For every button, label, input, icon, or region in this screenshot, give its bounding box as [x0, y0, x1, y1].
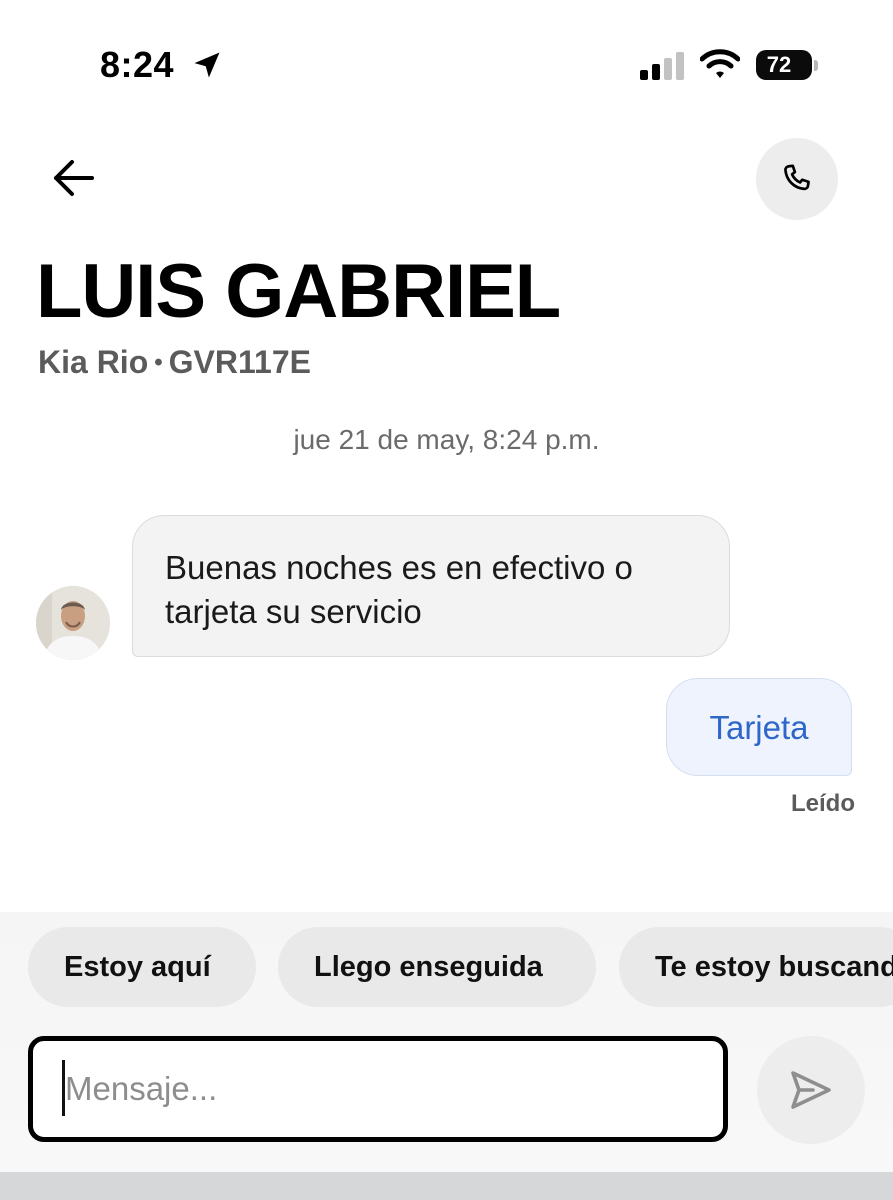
quick-reply-estoy-aqui[interactable]: Estoy aquí: [28, 927, 256, 1007]
quick-reply-llego-enseguida[interactable]: Llego enseguida: [278, 927, 596, 1007]
send-button[interactable]: [757, 1036, 865, 1144]
driver-name: LUIS GABRIEL: [36, 249, 561, 334]
incoming-message-text: Buenas noches es en efectivo o tarjeta s…: [165, 549, 633, 630]
cellular-signal-icon: [640, 52, 684, 80]
license-plate: GVR117E: [168, 344, 311, 380]
vehicle-info: Kia Rio • GVR117E: [38, 344, 311, 381]
outgoing-message-text: Tarjeta: [709, 709, 809, 746]
outgoing-message-bubble: Tarjeta: [666, 678, 852, 776]
incoming-message-bubble: Buenas noches es en efectivo o tarjeta s…: [132, 515, 730, 657]
message-input[interactable]: [28, 1036, 728, 1142]
separator-dot: •: [154, 348, 163, 376]
phone-icon: [784, 164, 810, 191]
text-cursor: [62, 1060, 65, 1116]
driver-photo: [36, 586, 110, 660]
back-arrow-icon[interactable]: [48, 152, 100, 204]
vehicle-model: Kia Rio: [38, 344, 149, 380]
call-button[interactable]: [756, 138, 838, 220]
home-indicator-area: [0, 1172, 893, 1200]
date-separator: jue 21 de may, 8:24 p.m.: [293, 424, 600, 455]
wifi-icon: [700, 49, 740, 78]
status-time: 8:24: [100, 44, 175, 85]
driver-avatar: [36, 586, 110, 660]
quick-reply-te-estoy-buscando[interactable]: Te estoy buscando: [619, 927, 893, 1007]
send-icon: [791, 1071, 831, 1109]
location-arrow-icon: [194, 52, 220, 78]
battery-level: 72: [766, 52, 792, 77]
read-receipt: Leído: [791, 790, 855, 817]
battery-indicator: 72: [756, 50, 820, 82]
